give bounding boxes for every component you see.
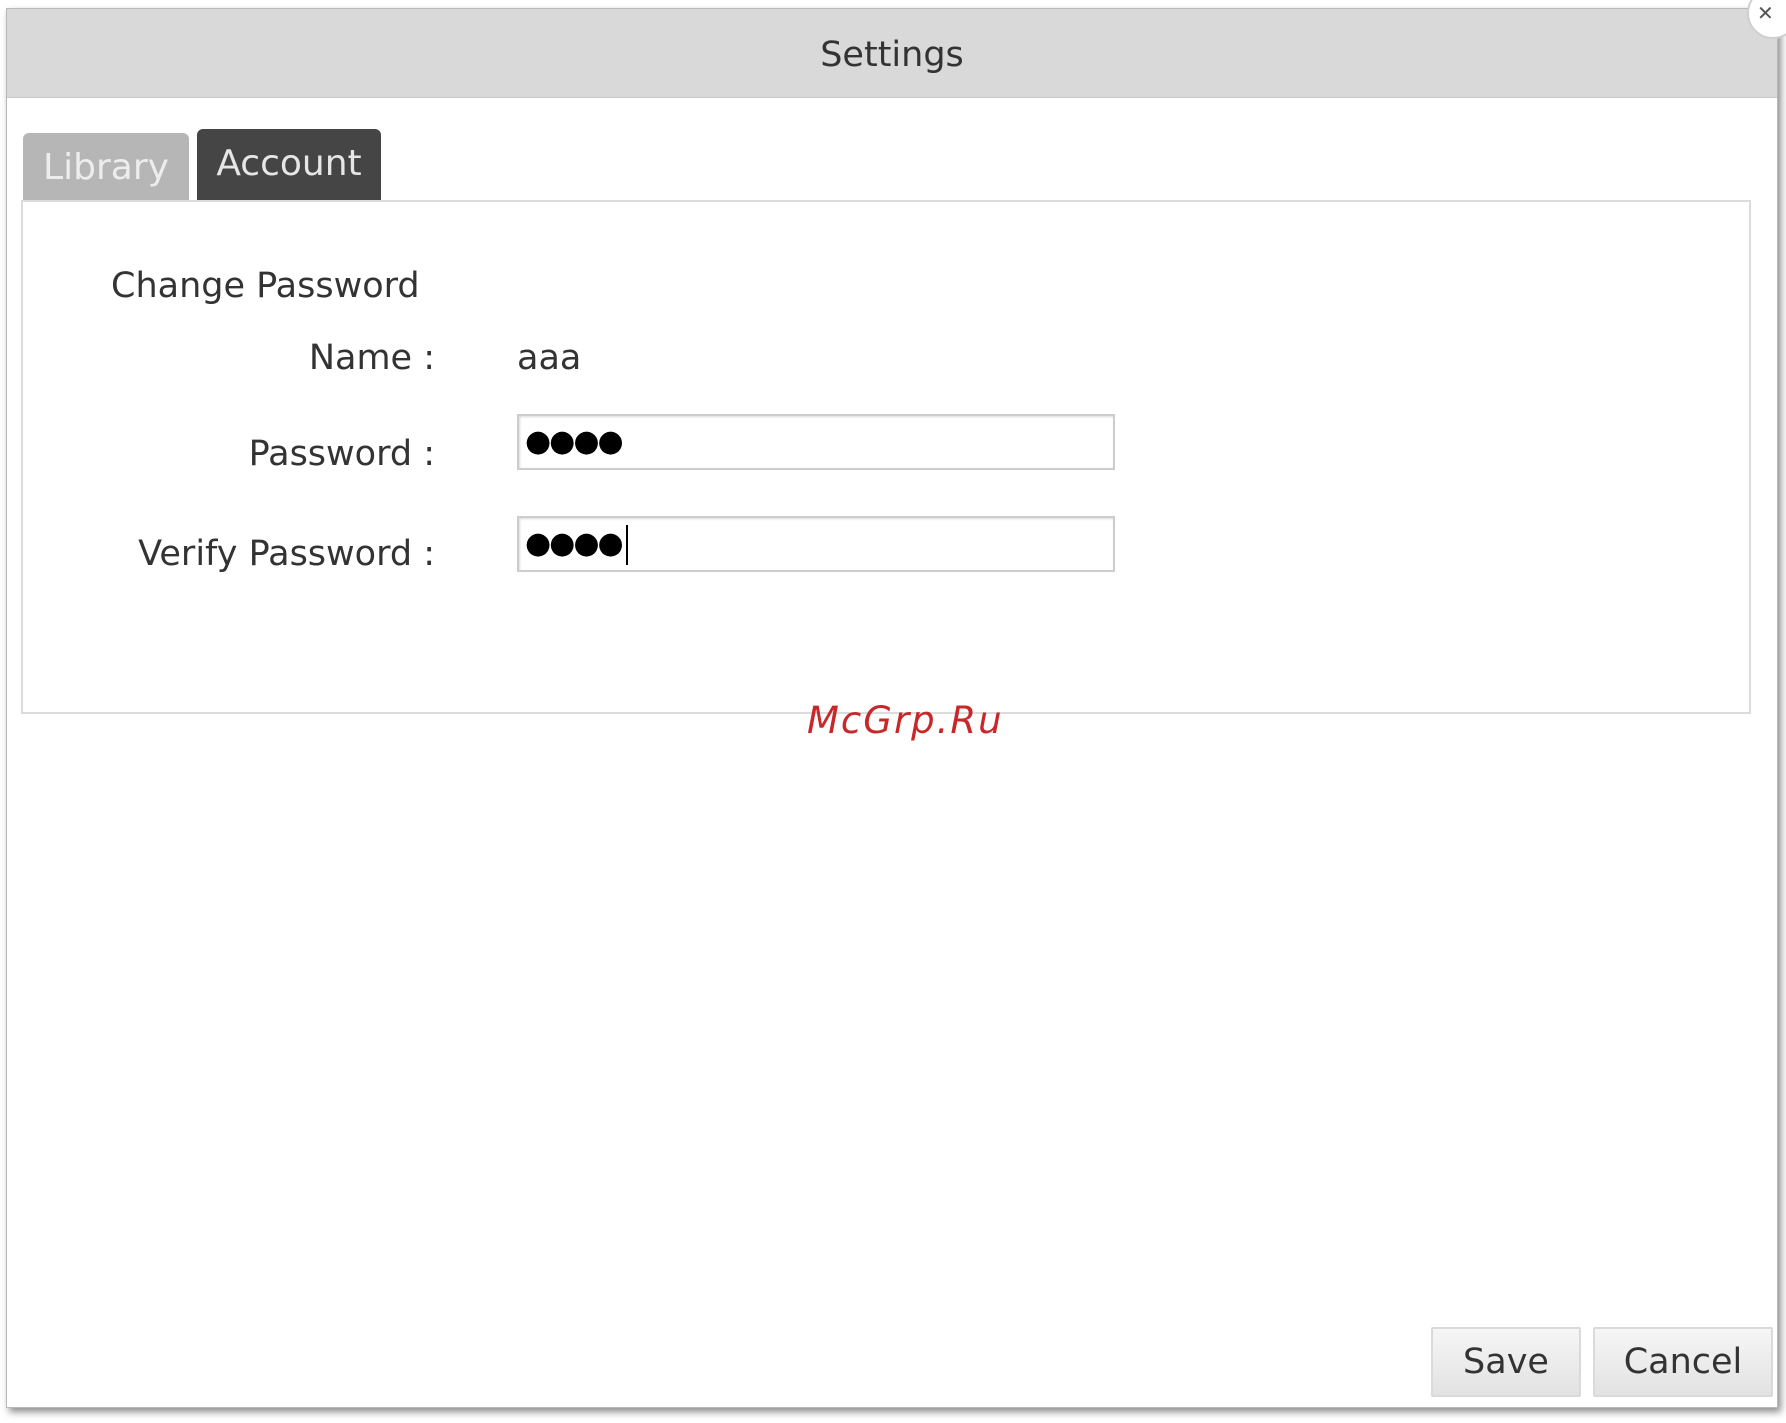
password-mask: ●●●●	[525, 424, 624, 459]
save-button[interactable]: Save	[1431, 1327, 1581, 1397]
verify-password-mask: ●●●●	[525, 518, 628, 570]
password-label: Password :	[248, 434, 435, 474]
account-panel: Change Password Name : aaa Password : ●●…	[21, 200, 1751, 714]
verify-password-field[interactable]: ●●●●	[517, 516, 1115, 572]
cancel-button[interactable]: Cancel	[1593, 1327, 1773, 1397]
text-caret	[625, 524, 628, 565]
name-label: Name :	[308, 338, 435, 378]
dialog-titlebar: Settings	[7, 9, 1777, 98]
name-value: aaa	[517, 338, 582, 378]
verify-password-dots: ●●●●	[525, 526, 624, 561]
tab-account[interactable]: Account	[197, 129, 381, 201]
verify-password-label: Verify Password :	[138, 534, 435, 574]
settings-dialog: Settings ✕ Library Account Change Passwo…	[6, 0, 1786, 1408]
password-field[interactable]: ●●●●	[517, 414, 1115, 470]
dialog-title: Settings	[820, 35, 964, 75]
watermark: McGrp.Ru	[807, 699, 1004, 742]
tab-library[interactable]: Library	[23, 133, 189, 201]
section-title: Change Password	[111, 266, 420, 306]
